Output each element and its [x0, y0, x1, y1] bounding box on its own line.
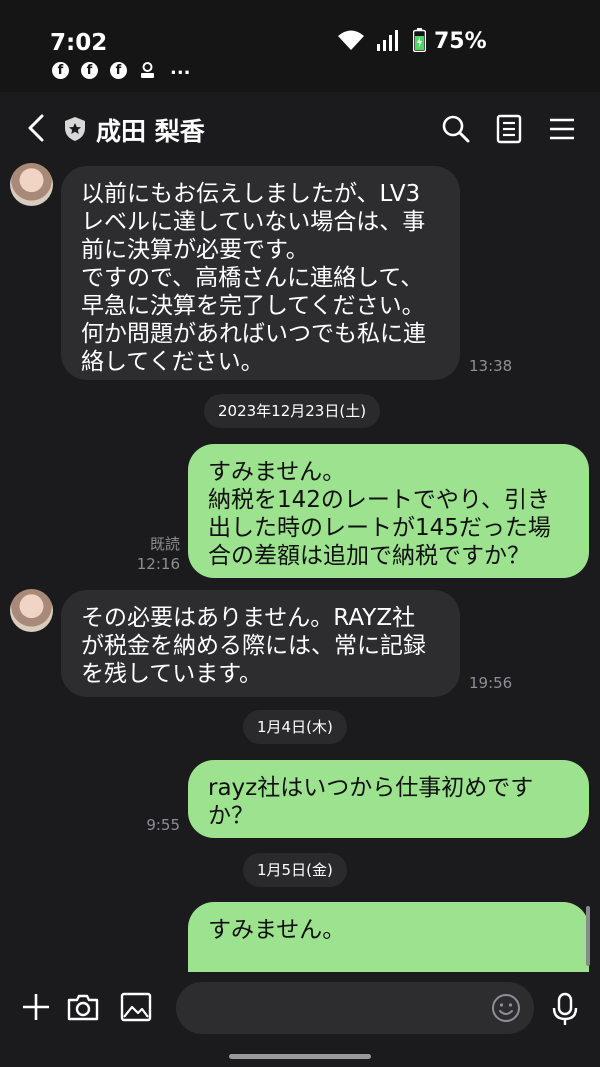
back-icon[interactable]	[22, 112, 50, 144]
message-input[interactable]	[176, 982, 534, 1034]
date-separator: 2023年12月23日(土)	[204, 394, 381, 428]
image-icon[interactable]	[119, 990, 153, 1024]
mic-icon[interactable]	[550, 992, 580, 1026]
shield-icon	[65, 117, 85, 141]
message-bubble-incoming[interactable]: 以前にもお伝えしましたが、LV3 レベルに達していない場合は、事 前に決算が必要…	[61, 166, 460, 380]
chat-header: 成田 梨香	[0, 92, 600, 164]
scrollbar[interactable]	[586, 906, 590, 966]
facebook-icon: f	[52, 62, 69, 79]
facebook-icon: f	[110, 62, 127, 79]
chat-title: 成田 梨香	[96, 117, 205, 146]
menu-icon[interactable]	[547, 114, 577, 144]
emoji-icon[interactable]	[491, 993, 521, 1023]
message-bubble-incoming[interactable]: その必要はありません。RAYZ社 が税金を納める際には、常に記録 を残しています…	[61, 590, 460, 697]
avatar[interactable]	[10, 589, 53, 632]
more-notifications: ...	[170, 58, 191, 79]
message-bubble-outgoing[interactable]: すみません。 納税を142のレートでやり、引き 出した時のレートが145だった場…	[188, 444, 589, 578]
message-timestamp: 12:16	[136, 555, 180, 573]
notification-icons: f f f ...	[52, 58, 191, 79]
date-separator: 1月5日(金)	[243, 853, 347, 887]
app-notification-icon	[141, 62, 154, 78]
notes-icon[interactable]	[494, 114, 524, 144]
message-timestamp: 19:56	[469, 674, 513, 692]
signal-icon	[377, 30, 398, 51]
message-bubble-outgoing[interactable]: rayz社はいつから仕事初めです か？	[188, 760, 589, 838]
plus-icon[interactable]	[19, 990, 53, 1024]
message-input-bar	[0, 972, 600, 1067]
read-receipt: 既読	[149, 535, 180, 553]
search-icon[interactable]	[441, 114, 471, 144]
facebook-icon: f	[81, 62, 98, 79]
message-timestamp: 9:55	[146, 816, 180, 834]
camera-icon[interactable]	[66, 990, 100, 1024]
battery-icon	[413, 28, 426, 52]
battery-percentage: 75%	[434, 29, 487, 54]
wifi-icon	[338, 30, 364, 50]
avatar[interactable]	[10, 163, 53, 206]
home-indicator[interactable]	[229, 1054, 371, 1059]
date-separator: 1月4日(木)	[243, 710, 347, 744]
message-timestamp: 13:38	[469, 357, 513, 375]
status-time: 7:02	[50, 30, 108, 56]
status-bar: 7:02 f f f ... 75%	[0, 0, 600, 92]
